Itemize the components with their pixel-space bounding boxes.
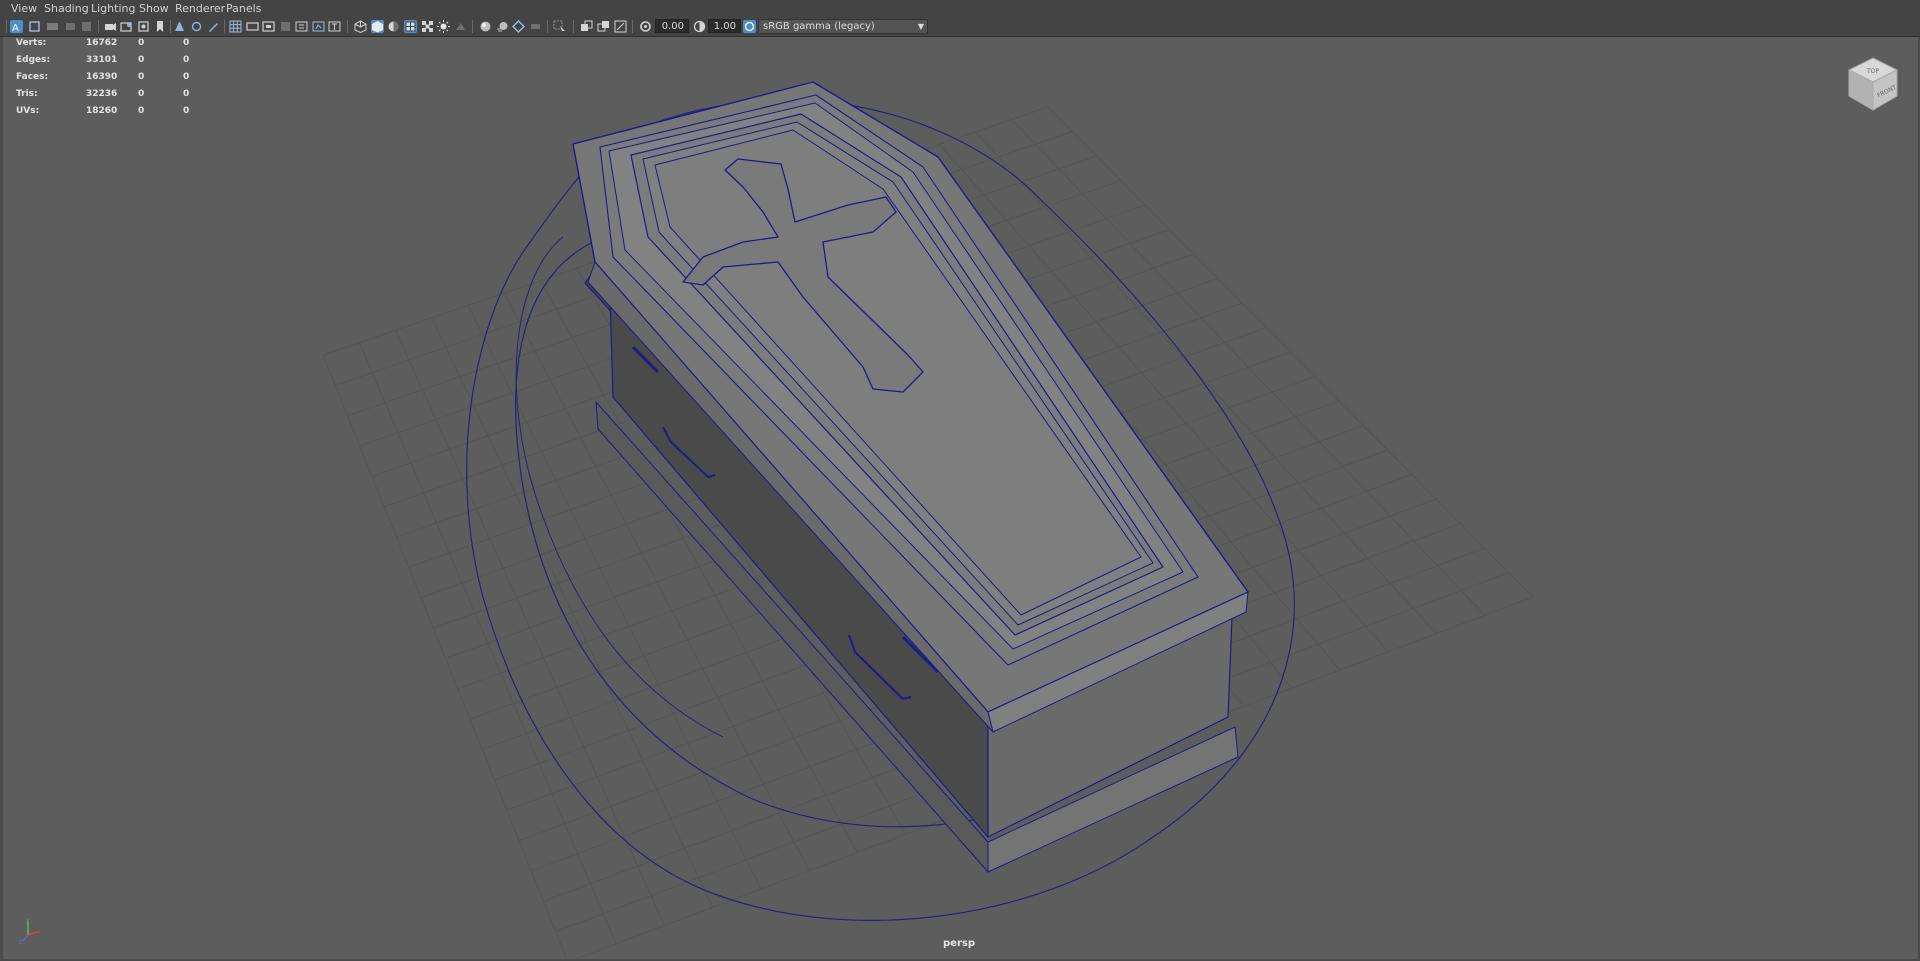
menu-renderer[interactable]: Renderer	[175, 2, 225, 15]
exposure-icon[interactable]	[639, 20, 652, 33]
use-all-lights-icon[interactable]	[437, 20, 450, 33]
resolution-gate-icon[interactable]	[262, 20, 275, 33]
axis-y-label: y	[26, 917, 30, 924]
menu-show[interactable]: Show	[139, 2, 169, 15]
gamma-field[interactable]: 1.00	[708, 19, 741, 33]
toolbar-separator	[98, 20, 99, 33]
menu-shading[interactable]: Shading	[44, 2, 89, 15]
grid-icon[interactable]	[229, 20, 242, 33]
hud-selected: 0	[138, 72, 145, 82]
menu-bar: View Shading Lighting Show Renderer Pane…	[0, 0, 1920, 18]
menu-panels[interactable]: Panels	[226, 2, 261, 15]
hud-label: Faces:	[16, 72, 49, 82]
safe-title-icon[interactable]	[328, 20, 341, 33]
coffin-model[interactable]	[466, 81, 1295, 921]
menu-lighting[interactable]: Lighting	[91, 2, 135, 15]
camera-move-icon[interactable]	[173, 20, 186, 33]
smooth-shade-icon[interactable]	[371, 20, 384, 33]
toolbar-separator	[632, 20, 633, 33]
hud-total: 16762	[86, 38, 118, 48]
default-material-icon[interactable]	[387, 20, 400, 33]
axis-z-label: z	[19, 939, 22, 945]
xray-joints-icon[interactable]	[614, 20, 627, 33]
hud-selected: 0	[138, 89, 145, 99]
menu-view[interactable]: View	[11, 2, 37, 15]
camera-name-label: persp	[943, 938, 975, 949]
hud-label: UVs:	[16, 106, 40, 116]
hud-label: Tris:	[16, 89, 38, 99]
lock-camera-icon[interactable]	[28, 20, 41, 33]
bookmarks-icon[interactable]	[64, 20, 77, 33]
view-cube[interactable]: TOP FRONT	[1841, 52, 1901, 118]
hud-label: Edges:	[16, 55, 51, 65]
textured-icon[interactable]	[421, 20, 434, 33]
hud-total: 16390	[86, 72, 118, 82]
depth-of-field-icon[interactable]	[529, 20, 542, 33]
hud-label: Verts:	[16, 38, 47, 48]
toolbar-separator	[573, 20, 574, 33]
hud-total: 32236	[86, 89, 118, 99]
anti-aliasing-icon[interactable]	[512, 20, 525, 33]
toolbar-separator	[170, 20, 171, 33]
hud-selected: 0	[138, 38, 145, 48]
svg-text:A: A	[12, 23, 19, 33]
2d-pan-zoom-icon[interactable]	[120, 20, 133, 33]
field-chart-icon[interactable]	[295, 20, 308, 33]
camera-icon[interactable]	[104, 20, 117, 33]
isolate-select-icon[interactable]	[553, 20, 566, 33]
safe-action-icon[interactable]	[312, 20, 325, 33]
film-gate-icon[interactable]	[246, 20, 259, 33]
color-space-dropdown[interactable]: sRGB gamma (legacy) ▼	[758, 19, 928, 34]
hud-uv: 0	[183, 38, 190, 48]
exposure-field[interactable]: 0.00	[655, 19, 689, 33]
bookmark-icon[interactable]	[153, 20, 166, 33]
hud-total: 33101	[86, 55, 118, 65]
toolbar-separator	[6, 20, 7, 33]
axis-indicator: y x z	[19, 917, 41, 945]
axis-x-label: x	[37, 928, 41, 935]
toolbar-separator	[224, 20, 225, 33]
hud-total: 18260	[86, 106, 118, 116]
xray-active-components-icon[interactable]	[597, 20, 610, 33]
view-transform-icon[interactable]	[743, 20, 756, 33]
chevron-down-icon: ▼	[917, 22, 924, 31]
hud-uv: 0	[183, 72, 190, 82]
pencil-icon[interactable]	[207, 20, 220, 33]
scene-canvas[interactable]	[3, 37, 1918, 959]
color-space-value: sRGB gamma (legacy)	[763, 21, 875, 32]
wireframe-icon[interactable]	[354, 20, 367, 33]
xray-icon[interactable]	[580, 20, 593, 33]
camera-rotate-icon[interactable]	[190, 20, 203, 33]
gamma-icon[interactable]	[693, 20, 706, 33]
hud-selected: 0	[138, 106, 145, 116]
toolbar-separator	[547, 20, 548, 33]
viewcube-top-label: TOP	[1866, 68, 1879, 75]
toolbar-separator	[347, 20, 348, 33]
select-camera-icon[interactable]: A	[10, 20, 23, 33]
wireframe-on-shaded-icon[interactable]	[404, 20, 417, 33]
grease-pencil-icon[interactable]	[137, 20, 150, 33]
screen-space-ao-icon[interactable]	[479, 20, 492, 33]
camera-attributes-icon[interactable]	[46, 20, 59, 33]
panel-toolbar: A 0.00 1.00 sRGB gamma (legacy) ▼	[0, 17, 1920, 37]
shadows-icon[interactable]	[454, 20, 467, 33]
hud-selected: 0	[138, 55, 145, 65]
hud-uv: 0	[183, 89, 190, 99]
hud-uv: 0	[183, 55, 190, 65]
hud-uv: 0	[183, 106, 190, 116]
gate-mask-icon[interactable]	[279, 20, 292, 33]
motion-blur-icon[interactable]	[496, 20, 509, 33]
toolbar-separator	[472, 20, 473, 33]
viewport-panel[interactable]: Verts: 16762 0 0 Edges: 33101 0 0 Faces: 16390 0 0 T…	[3, 37, 1918, 959]
image-plane-icon[interactable]	[80, 20, 93, 33]
